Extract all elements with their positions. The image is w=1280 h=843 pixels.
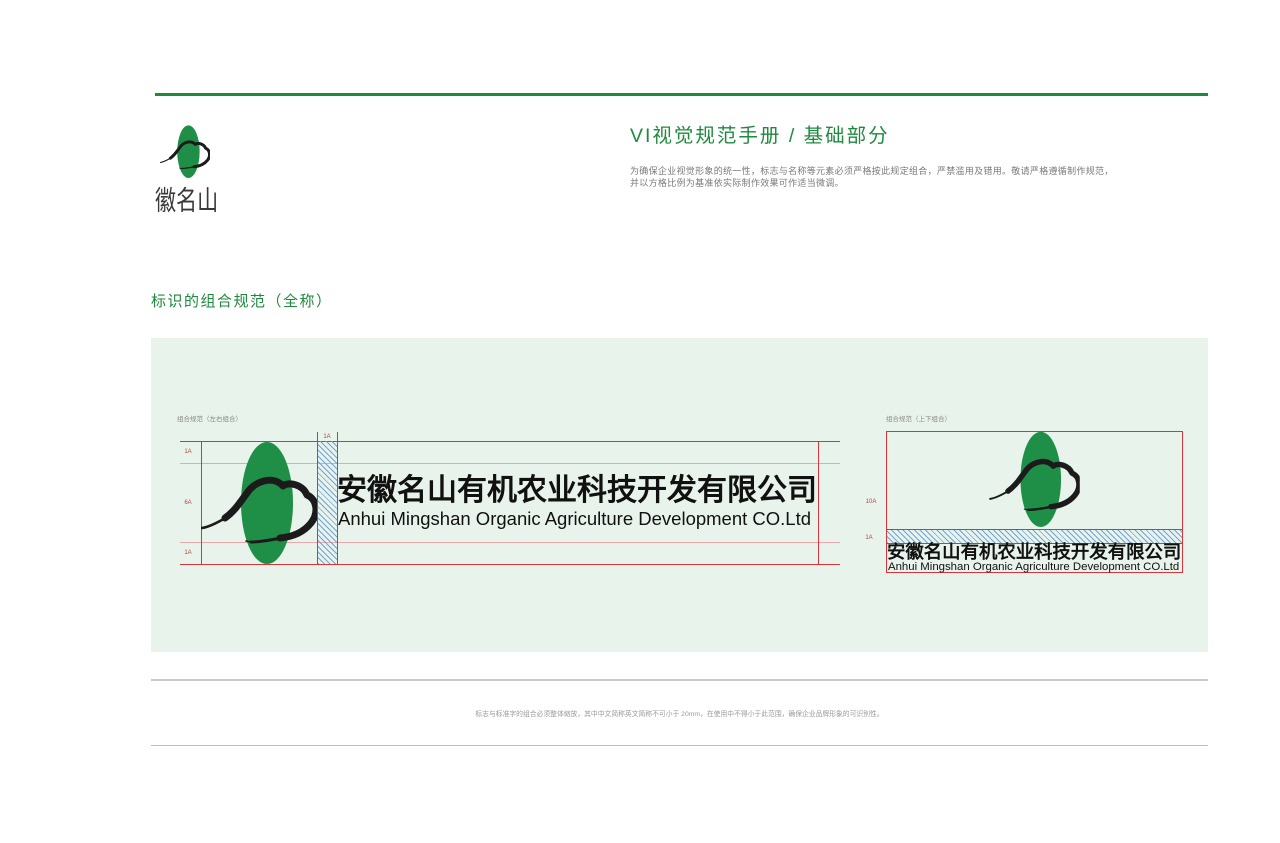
section-title: 标识的组合规范（全称） <box>151 293 333 310</box>
description-line-1: 为确保企业视觉形象的统一性，标志与名称等元素必须严格按此规定组合，严禁滥用及错用… <box>630 166 1114 176</box>
vertical-combo-label: 组合规范（上下组合） <box>886 416 951 423</box>
guide-line-text-right <box>818 441 819 565</box>
unit-label-gap: 1A <box>323 434 331 440</box>
unit-label-top: 1A <box>184 449 192 455</box>
footer-rule-bottom <box>151 745 1208 746</box>
company-name-en: Anhui Mingshan Organic Agriculture Devel… <box>888 561 1180 573</box>
logo-mark-icon <box>201 441 317 564</box>
brand-logo-icon <box>160 125 210 178</box>
header-rule <box>155 93 1208 96</box>
gap-hatch <box>318 441 337 564</box>
description-line-2: 并以方格比例为基准依实际制作效果可作适当微调。 <box>630 178 844 188</box>
footer-rule-top <box>151 679 1208 681</box>
unit-label-bottom: 1A <box>184 550 192 556</box>
company-name-cn: 安徽名山有机农业科技开发有限公司 <box>337 474 817 507</box>
logo-mark-icon <box>989 431 1080 527</box>
horizontal-combo-label: 组合规范（左右组合） <box>177 416 242 423</box>
brand-name: 徽名山 <box>155 186 219 217</box>
unit-label-middle: 6A <box>184 500 192 506</box>
footer-note: 标志与标准字的组合必须整体缩放，其中中文简称英文简称不可小于 20mm，在使用中… <box>475 711 884 718</box>
unit-label-logo: 10A <box>865 499 877 505</box>
guide-line-logo-bottom <box>886 529 1183 530</box>
unit-label-gap: 1A <box>865 535 873 541</box>
document-title: VI视觉规范手册 / 基础部分 <box>630 125 890 147</box>
guide-line-bottom <box>180 564 840 565</box>
company-name-cn: 安徽名山有机农业科技开发有限公司 <box>887 541 1182 562</box>
guide-line-gap-left <box>317 432 318 565</box>
company-name-en: Anhui Mingshan Organic Agriculture Devel… <box>338 508 812 529</box>
